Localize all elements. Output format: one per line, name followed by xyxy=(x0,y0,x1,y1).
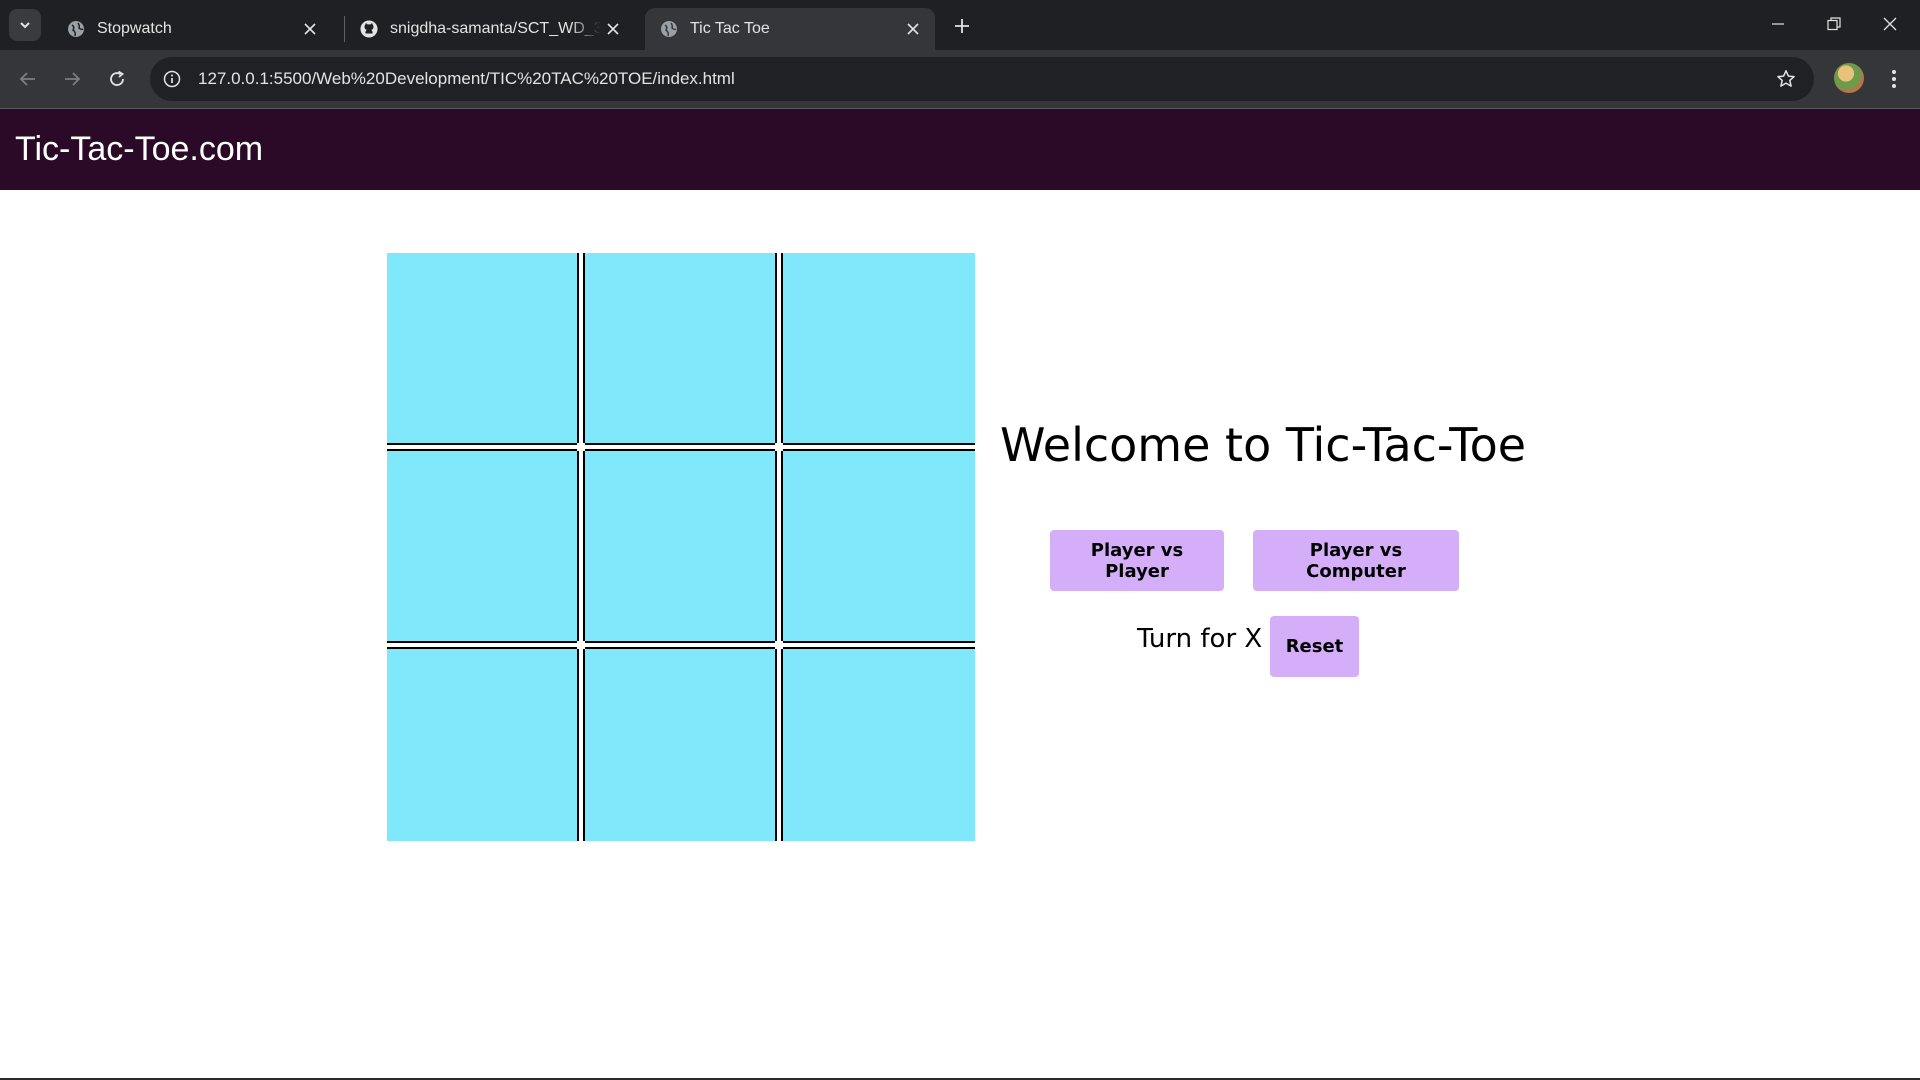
chevron-down-icon xyxy=(20,22,30,29)
new-tab-button[interactable] xyxy=(948,12,976,40)
tab-title: Tic Tac Toe xyxy=(690,20,770,37)
grid-line xyxy=(775,451,783,641)
tab-title: snigdha-samanta/SCT_WD_3: Ti xyxy=(390,20,601,37)
plus-icon xyxy=(955,19,969,33)
board-cell-6[interactable] xyxy=(783,451,975,641)
arrow-left-icon xyxy=(19,72,35,86)
grid-line xyxy=(577,641,585,649)
tab-tic-tac-toe[interactable]: Tic Tac Toe xyxy=(645,8,935,50)
profile-avatar[interactable] xyxy=(1834,63,1864,93)
grid-line xyxy=(783,641,975,649)
board-cell-2[interactable] xyxy=(585,253,775,443)
grid-line xyxy=(585,443,775,451)
grid-line xyxy=(577,253,585,443)
tab-title: Stopwatch xyxy=(97,20,172,37)
kebab-menu-icon xyxy=(1892,70,1896,88)
url-text[interactable]: 127.0.0.1:5500/Web%20Development/TIC%20T… xyxy=(198,69,735,89)
site-info-button[interactable] xyxy=(156,63,188,95)
grid-line xyxy=(577,649,585,841)
board-cell-3[interactable] xyxy=(783,253,975,443)
board-cell-4[interactable] xyxy=(387,451,577,641)
minimize-button[interactable] xyxy=(1750,0,1806,48)
arrow-right-icon xyxy=(65,72,81,86)
close-icon[interactable] xyxy=(601,17,625,41)
restore-icon xyxy=(1827,17,1841,31)
board-cell-8[interactable] xyxy=(585,649,775,841)
close-icon xyxy=(1883,17,1897,31)
player-vs-player-button[interactable]: Player vs Player xyxy=(1050,530,1224,591)
back-button[interactable] xyxy=(12,63,44,95)
grid-line xyxy=(783,443,975,451)
globe-icon xyxy=(67,20,85,38)
reload-button[interactable] xyxy=(101,63,133,95)
info-icon xyxy=(163,70,181,88)
globe-icon xyxy=(660,20,678,38)
grid-line xyxy=(775,641,783,649)
welcome-heading: Welcome to Tic-Tac-Toe xyxy=(1000,418,1527,472)
browser-tab-strip: Stopwatch snigdha-samanta/SCT_WD_3: Ti T… xyxy=(0,0,1920,50)
grid-line xyxy=(775,443,783,451)
board-cell-1[interactable] xyxy=(387,253,577,443)
board-cell-5[interactable] xyxy=(585,451,775,641)
game-board xyxy=(387,253,975,841)
grid-line xyxy=(585,641,775,649)
tab-search-button[interactable] xyxy=(9,9,41,41)
bookmark-star-button[interactable] xyxy=(1770,63,1802,95)
site-header: Tic-Tac-Toe.com xyxy=(0,109,1920,190)
reset-button[interactable]: Reset xyxy=(1270,616,1359,677)
close-icon[interactable] xyxy=(901,17,925,41)
turn-indicator: Turn for X xyxy=(1137,624,1263,654)
browser-toolbar: 127.0.0.1:5500/Web%20Development/TIC%20T… xyxy=(0,50,1920,108)
grid-line xyxy=(775,253,783,443)
grid-line xyxy=(387,443,577,451)
tab-stopwatch[interactable]: Stopwatch xyxy=(52,8,332,50)
github-icon xyxy=(360,20,378,38)
restore-button[interactable] xyxy=(1806,0,1862,48)
grid-line xyxy=(387,641,577,649)
grid-line xyxy=(775,649,783,841)
address-bar[interactable]: 127.0.0.1:5500/Web%20Development/TIC%20T… xyxy=(150,57,1814,101)
forward-button[interactable] xyxy=(56,63,88,95)
minimize-icon xyxy=(1772,23,1784,25)
close-window-button[interactable] xyxy=(1862,0,1918,48)
star-icon xyxy=(1777,70,1795,87)
browser-menu-button[interactable] xyxy=(1878,63,1910,95)
player-vs-computer-button[interactable]: Player vs Computer xyxy=(1253,530,1459,591)
board-cell-9[interactable] xyxy=(783,649,975,841)
site-logo[interactable]: Tic-Tac-Toe.com xyxy=(15,130,263,169)
tab-github[interactable]: snigdha-samanta/SCT_WD_3: Ti xyxy=(345,8,635,50)
close-icon[interactable] xyxy=(298,17,322,41)
board-cell-7[interactable] xyxy=(387,649,577,841)
grid-line xyxy=(577,451,585,641)
reload-icon xyxy=(110,70,125,86)
grid-line xyxy=(577,443,585,451)
